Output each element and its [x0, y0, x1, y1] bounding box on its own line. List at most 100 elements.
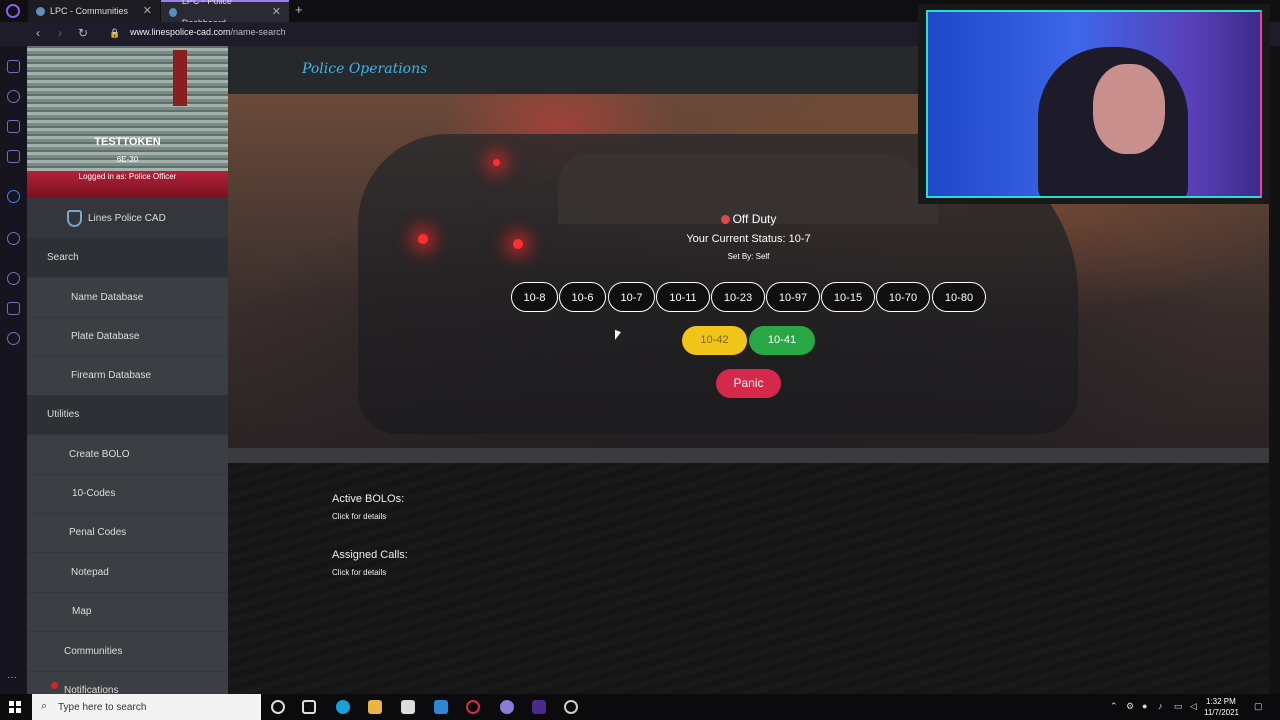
- settings-icon[interactable]: [7, 332, 20, 345]
- sidebar-item-firearm-database[interactable]: Firearm Database: [27, 356, 228, 396]
- dispatch-section: Active BOLOs: Click for details Assigned…: [228, 463, 1269, 694]
- sidebar-item-label: Notifications: [64, 685, 119, 694]
- tab-police-dashboard[interactable]: LPC - Police Dashboard ✕: [161, 0, 289, 28]
- sidebar: TESTTOKEN 6E-30 Logged in as: Police Off…: [27, 46, 228, 694]
- opera-logo-icon[interactable]: [6, 4, 20, 18]
- sidebar-item-communities[interactable]: Communities: [27, 632, 228, 672]
- top-bar: Police Operations: [228, 46, 918, 94]
- mail-icon[interactable]: [434, 700, 448, 714]
- steam-icon[interactable]: [564, 700, 578, 714]
- page-title: Police Operations: [302, 61, 428, 77]
- status-button-10-8[interactable]: 10-8: [511, 282, 558, 312]
- stream-app-icon[interactable]: [532, 700, 546, 714]
- user-name: TESTTOKEN: [94, 136, 161, 148]
- sidebar-section-search: Search: [27, 238, 228, 278]
- status-button-10-97[interactable]: 10-97: [766, 282, 820, 312]
- bag-icon[interactable]: [7, 120, 20, 133]
- active-bolos-title[interactable]: Active BOLOs:: [332, 493, 404, 505]
- twitch-icon[interactable]: [7, 150, 20, 163]
- cortana-icon[interactable]: [271, 700, 285, 714]
- sidebar-item-label: Search: [47, 252, 79, 263]
- webcam-overlay: [918, 4, 1270, 204]
- opera-taskbar-icon[interactable]: [466, 700, 480, 714]
- brand-link[interactable]: Lines Police CAD: [27, 198, 228, 238]
- sidebar-item-label: Penal Codes: [69, 527, 127, 538]
- clock-time[interactable]: 1:32 PM: [1206, 697, 1236, 706]
- sidebar-item-label: Name Database: [71, 292, 144, 303]
- clock-date[interactable]: 11/7/2021: [1204, 708, 1239, 717]
- status-button-10-6[interactable]: 10-6: [559, 282, 606, 312]
- brand-label: Lines Police CAD: [88, 213, 166, 224]
- taskbar-search-input[interactable]: ⌕ Type here to search: [32, 694, 261, 720]
- status-button-10-11[interactable]: 10-11: [656, 282, 710, 312]
- sidebar-item-penal-codes[interactable]: Penal Codes: [27, 513, 228, 553]
- task-view-icon[interactable]: [302, 700, 316, 714]
- volume-icon[interactable]: ◁: [1190, 701, 1197, 712]
- divider: [228, 448, 1269, 463]
- sidebar-item-notepad[interactable]: Notepad: [27, 553, 228, 593]
- close-tab-icon[interactable]: ✕: [143, 0, 152, 22]
- favicon-icon: [36, 6, 45, 16]
- file-explorer-icon[interactable]: [368, 700, 382, 714]
- search-placeholder: Type here to search: [58, 702, 147, 713]
- windows-taskbar: ⌕ Type here to search: [0, 694, 1280, 720]
- sidebar-item-label: Communities: [64, 646, 123, 657]
- sidebar-item-plate-database[interactable]: Plate Database: [27, 317, 228, 357]
- store-icon[interactable]: [401, 700, 415, 714]
- tab-communities[interactable]: LPC - Communities ✕: [28, 0, 160, 22]
- gamepad-icon[interactable]: [7, 60, 20, 73]
- edge-icon[interactable]: [336, 700, 350, 714]
- assigned-calls-title[interactable]: Assigned Calls:: [332, 549, 408, 561]
- active-bolos-hint[interactable]: Click for details: [332, 512, 386, 521]
- streamer-face: [1093, 64, 1165, 154]
- sidebar-item-10-codes[interactable]: 10-Codes: [27, 474, 228, 514]
- messenger-icon[interactable]: [7, 190, 20, 203]
- status-button-10-15[interactable]: 10-15: [821, 282, 875, 312]
- reload-icon[interactable]: ↻: [78, 26, 88, 40]
- url-domain: www.linespolice-cad.com: [130, 27, 231, 37]
- sidebar-item-create-bolo[interactable]: Create BOLO: [27, 435, 228, 475]
- sidebar-item-map[interactable]: Map: [27, 592, 228, 632]
- status-set-by: Set By: Self: [727, 252, 770, 261]
- back-icon[interactable]: ‹: [36, 26, 40, 40]
- status-button-10-7[interactable]: 10-7: [608, 282, 655, 312]
- shield-icon: [67, 210, 82, 227]
- new-tab-button[interactable]: +: [295, 2, 303, 17]
- close-tab-icon[interactable]: ✕: [272, 1, 281, 23]
- sidebar-item-label: Create BOLO: [69, 449, 130, 460]
- tray-overflow-icon[interactable]: ⌃: [1110, 701, 1118, 712]
- sidebar-item-label: Map: [72, 606, 92, 617]
- chrome-icon[interactable]: [500, 700, 514, 714]
- windows-start-icon[interactable]: [9, 701, 21, 713]
- profile-banner: TESTTOKEN 6E-30 Logged in as: Police Off…: [27, 46, 228, 198]
- more-icon[interactable]: ···: [7, 672, 17, 683]
- status-button-10-23[interactable]: 10-23: [711, 282, 765, 312]
- sidebar-item-label: Utilities: [47, 409, 80, 420]
- speed-dial-icon[interactable]: [7, 90, 20, 103]
- player-icon[interactable]: [7, 232, 20, 245]
- sidebar-item-label: Firearm Database: [71, 370, 152, 381]
- browser-side-rail: ···: [0, 46, 27, 694]
- sidebar-item-name-database[interactable]: Name Database: [27, 278, 228, 318]
- duty-status: Off Duty: [228, 212, 1269, 226]
- notifications-icon[interactable]: ▢: [1254, 701, 1263, 712]
- url-field[interactable]: www.linespolice-cad.com/name-search: [130, 27, 286, 37]
- speaker-icon[interactable]: ♪: [1158, 701, 1163, 711]
- extensions-icon[interactable]: [7, 302, 20, 315]
- history-icon[interactable]: [7, 272, 20, 285]
- sidebar-item-label: Plate Database: [71, 331, 140, 342]
- panic-button[interactable]: Panic: [716, 369, 781, 398]
- status-button-10-41[interactable]: 10-41: [749, 326, 815, 355]
- status-button-10-42[interactable]: 10-42: [682, 326, 747, 355]
- status-dot-icon: [720, 215, 730, 224]
- banner-decoration: [173, 50, 187, 106]
- microphone-icon[interactable]: ●: [1142, 701, 1147, 711]
- tray-app-icon[interactable]: ⚙: [1126, 701, 1134, 712]
- assigned-calls-hint[interactable]: Click for details: [332, 568, 386, 577]
- status-button-10-70[interactable]: 10-70: [876, 282, 930, 312]
- sidebar-item-label: 10-Codes: [72, 488, 116, 499]
- forward-icon[interactable]: ›: [58, 26, 62, 40]
- network-icon[interactable]: ▭: [1174, 701, 1183, 712]
- user-role: Logged in as: Police Officer: [78, 172, 177, 181]
- status-button-10-80[interactable]: 10-80: [932, 282, 986, 312]
